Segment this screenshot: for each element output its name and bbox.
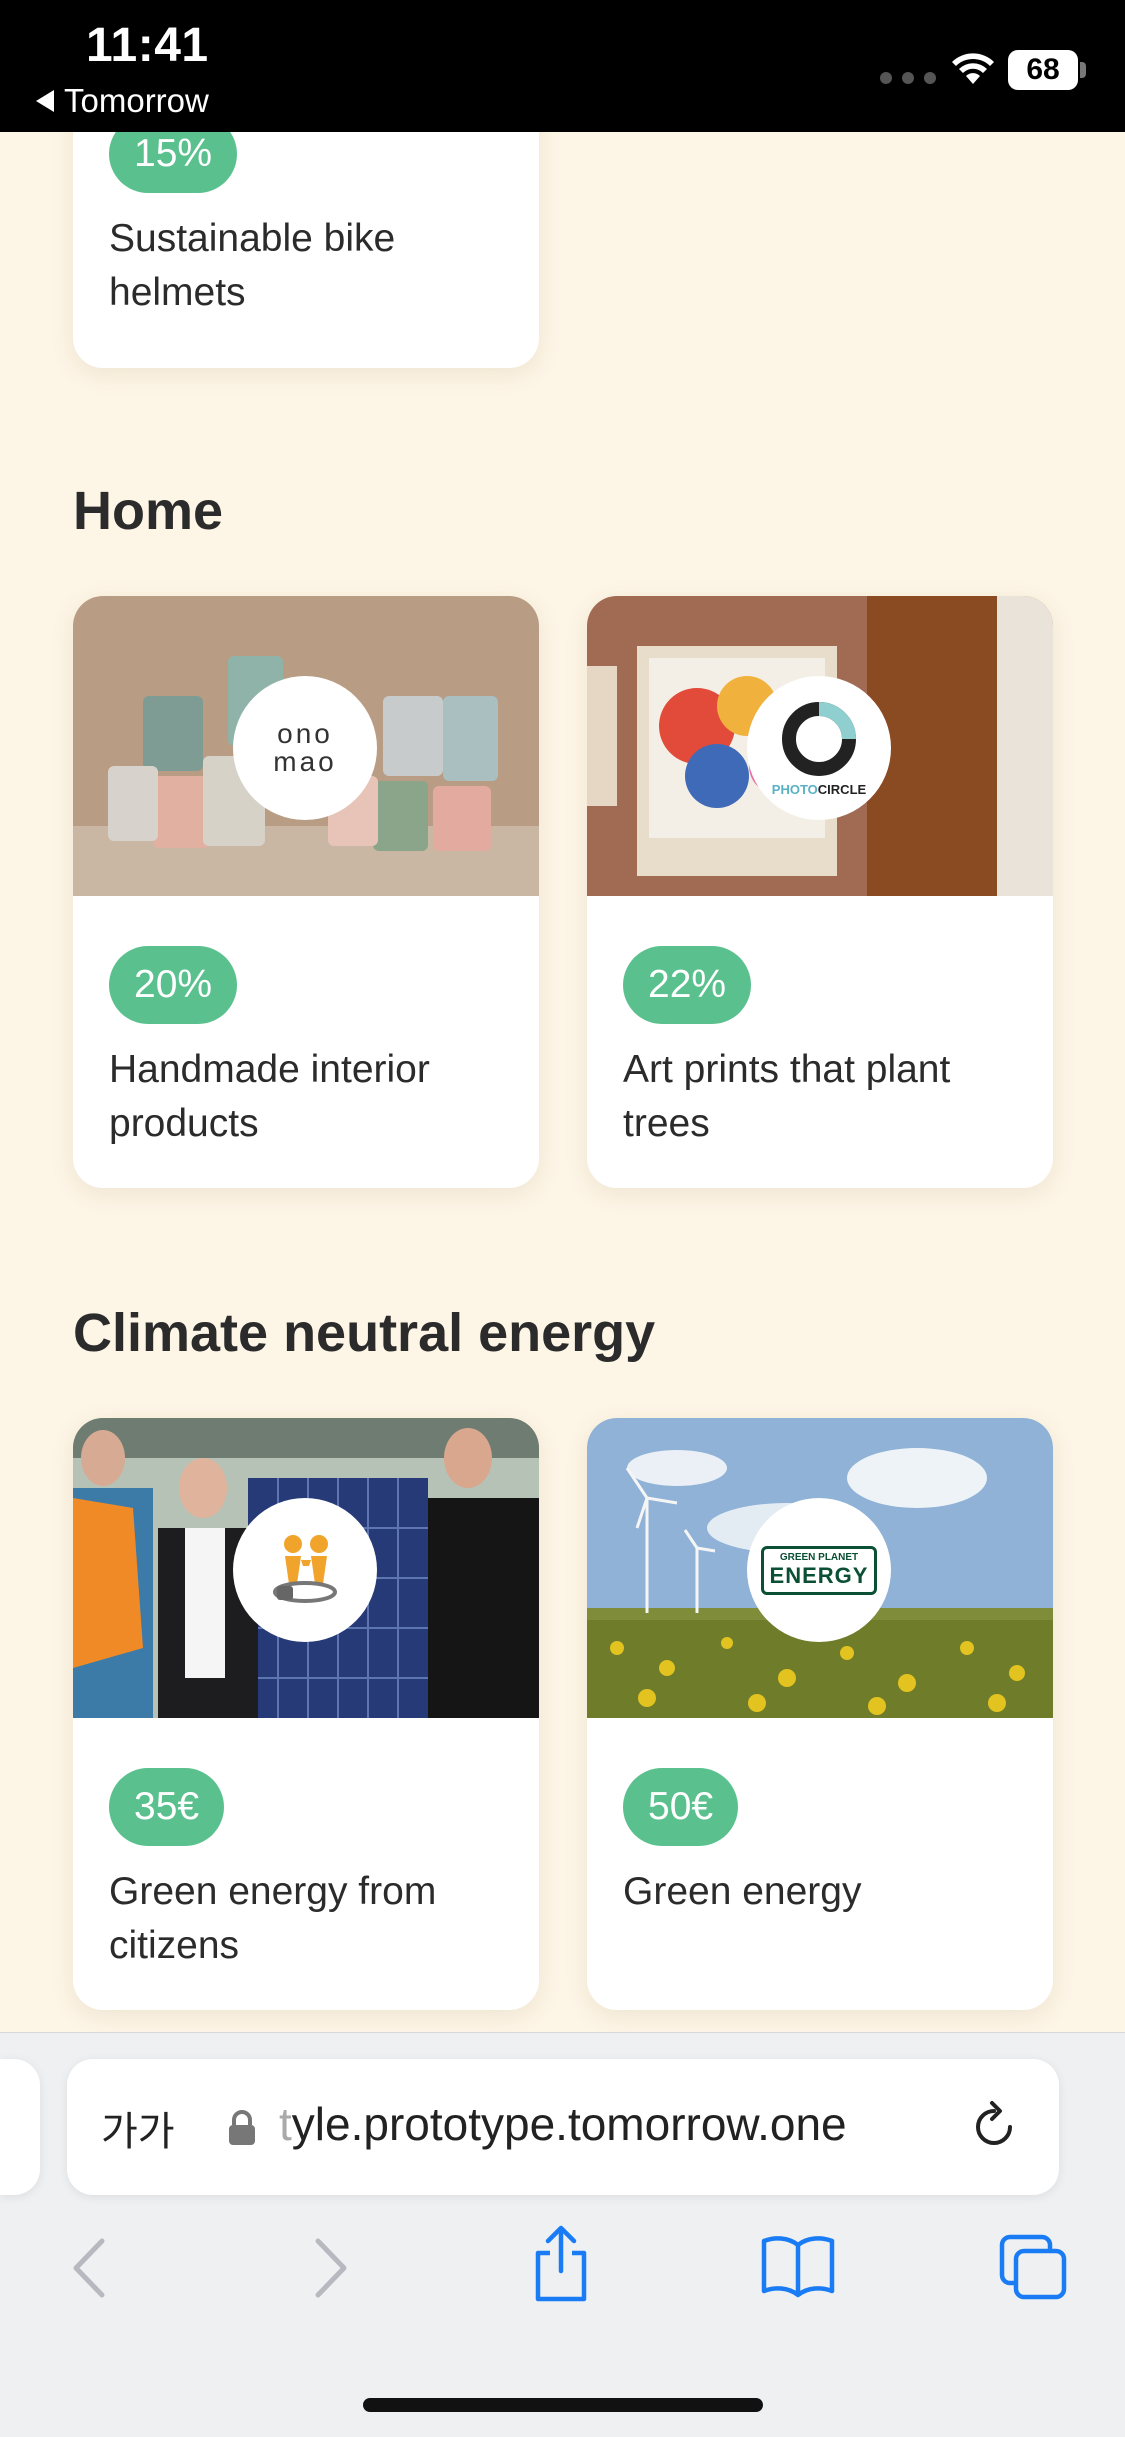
reload-icon[interactable] (964, 2097, 1024, 2157)
discount-badge: 35€ (109, 1768, 225, 1846)
wifi-icon (952, 53, 994, 84)
url-text[interactable]: tyle.prototype.tomorrow.one (279, 2097, 847, 2151)
discount-badge: 15% (109, 132, 238, 193)
card-title: Green energy (623, 1870, 862, 1913)
status-bar: 11:41 Tomorrow 68 (0, 0, 1125, 132)
home-indicator[interactable] (363, 2398, 763, 2412)
discount-badge: 20% (109, 946, 238, 1024)
url-value: yle.prototype.tomorrow.one (291, 2098, 847, 2150)
page-content: 15% Sustainable bike helmets Home ono ma… (0, 132, 1125, 2032)
lock-icon (229, 2110, 255, 2145)
battery-indicator: 68 (1008, 50, 1078, 90)
forward-icon[interactable] (306, 2233, 356, 2303)
address-bar[interactable]: 가가 tyle.prototype.tomorrow.one (67, 2059, 1059, 2195)
page-settings-button[interactable]: 가가 (101, 2099, 175, 2157)
photocircle-ring-icon (781, 702, 856, 776)
share-icon[interactable] (528, 2223, 594, 2303)
card-citizen-energy[interactable]: 35€ Green energy from citizens (73, 1418, 539, 2010)
card-image-cups: ono mao (73, 596, 539, 896)
card-onomao[interactable]: ono mao 20% Handmade interior products (73, 596, 539, 1188)
back-triangle-icon (36, 90, 54, 112)
card-image-art: PHOTOCIRCLE (587, 596, 1053, 896)
card-image-solar-team (73, 1418, 539, 1718)
back-icon[interactable] (64, 2233, 114, 2303)
logo-text-line1: ono (277, 718, 333, 749)
card-title: Sustainable bike helmets (109, 217, 396, 314)
card-title: Art prints that plant trees (623, 1048, 951, 1145)
cellular-signal-icon (880, 72, 936, 84)
safari-bottom-bar: 가가 tyle.prototype.tomorrow.one (0, 2032, 1125, 2437)
bookmarks-icon[interactable] (760, 2233, 836, 2299)
logo-text-b: ENERGY (769, 1562, 869, 1588)
card-bike-helmets[interactable]: 15% Sustainable bike helmets (73, 132, 539, 368)
url-faded-prefix: t (279, 2098, 292, 2150)
section-title-energy: Climate neutral energy (73, 1303, 656, 1363)
card-photocircle[interactable]: PHOTOCIRCLE 22% Art prints that plant tr… (587, 596, 1053, 1188)
onomao-logo: ono mao (233, 676, 377, 820)
logo-text-a: GREEN PLANET (779, 1551, 859, 1563)
card-green-planet-energy[interactable]: GREEN PLANET ENERGY 50€ Green energy (587, 1418, 1053, 2010)
card-title: Green energy from citizens (109, 1870, 437, 1967)
people-plug-icon (273, 1535, 337, 1603)
back-to-app-link[interactable]: Tomorrow (36, 82, 209, 120)
status-time: 11:41 (86, 19, 209, 72)
logo-text-line2: mao (273, 746, 337, 777)
section-title-home: Home (73, 481, 224, 541)
battery-tip (1080, 62, 1086, 78)
logo-text-b: CIRCLE (817, 782, 867, 797)
logo-text-a: PHOTO (771, 782, 818, 797)
card-title: Handmade interior products (109, 1048, 430, 1145)
tabs-icon[interactable] (998, 2233, 1070, 2303)
back-app-label: Tomorrow (64, 82, 209, 119)
green-planet-energy-logo: GREEN PLANET ENERGY (747, 1498, 891, 1642)
discount-badge: 22% (623, 946, 752, 1024)
citizen-energy-logo (233, 1498, 377, 1642)
photocircle-logo: PHOTOCIRCLE (747, 676, 891, 820)
discount-badge: 50€ (623, 1768, 739, 1846)
previous-tab-peek[interactable] (0, 2059, 40, 2195)
card-image-wind-field: GREEN PLANET ENERGY (587, 1418, 1053, 1718)
